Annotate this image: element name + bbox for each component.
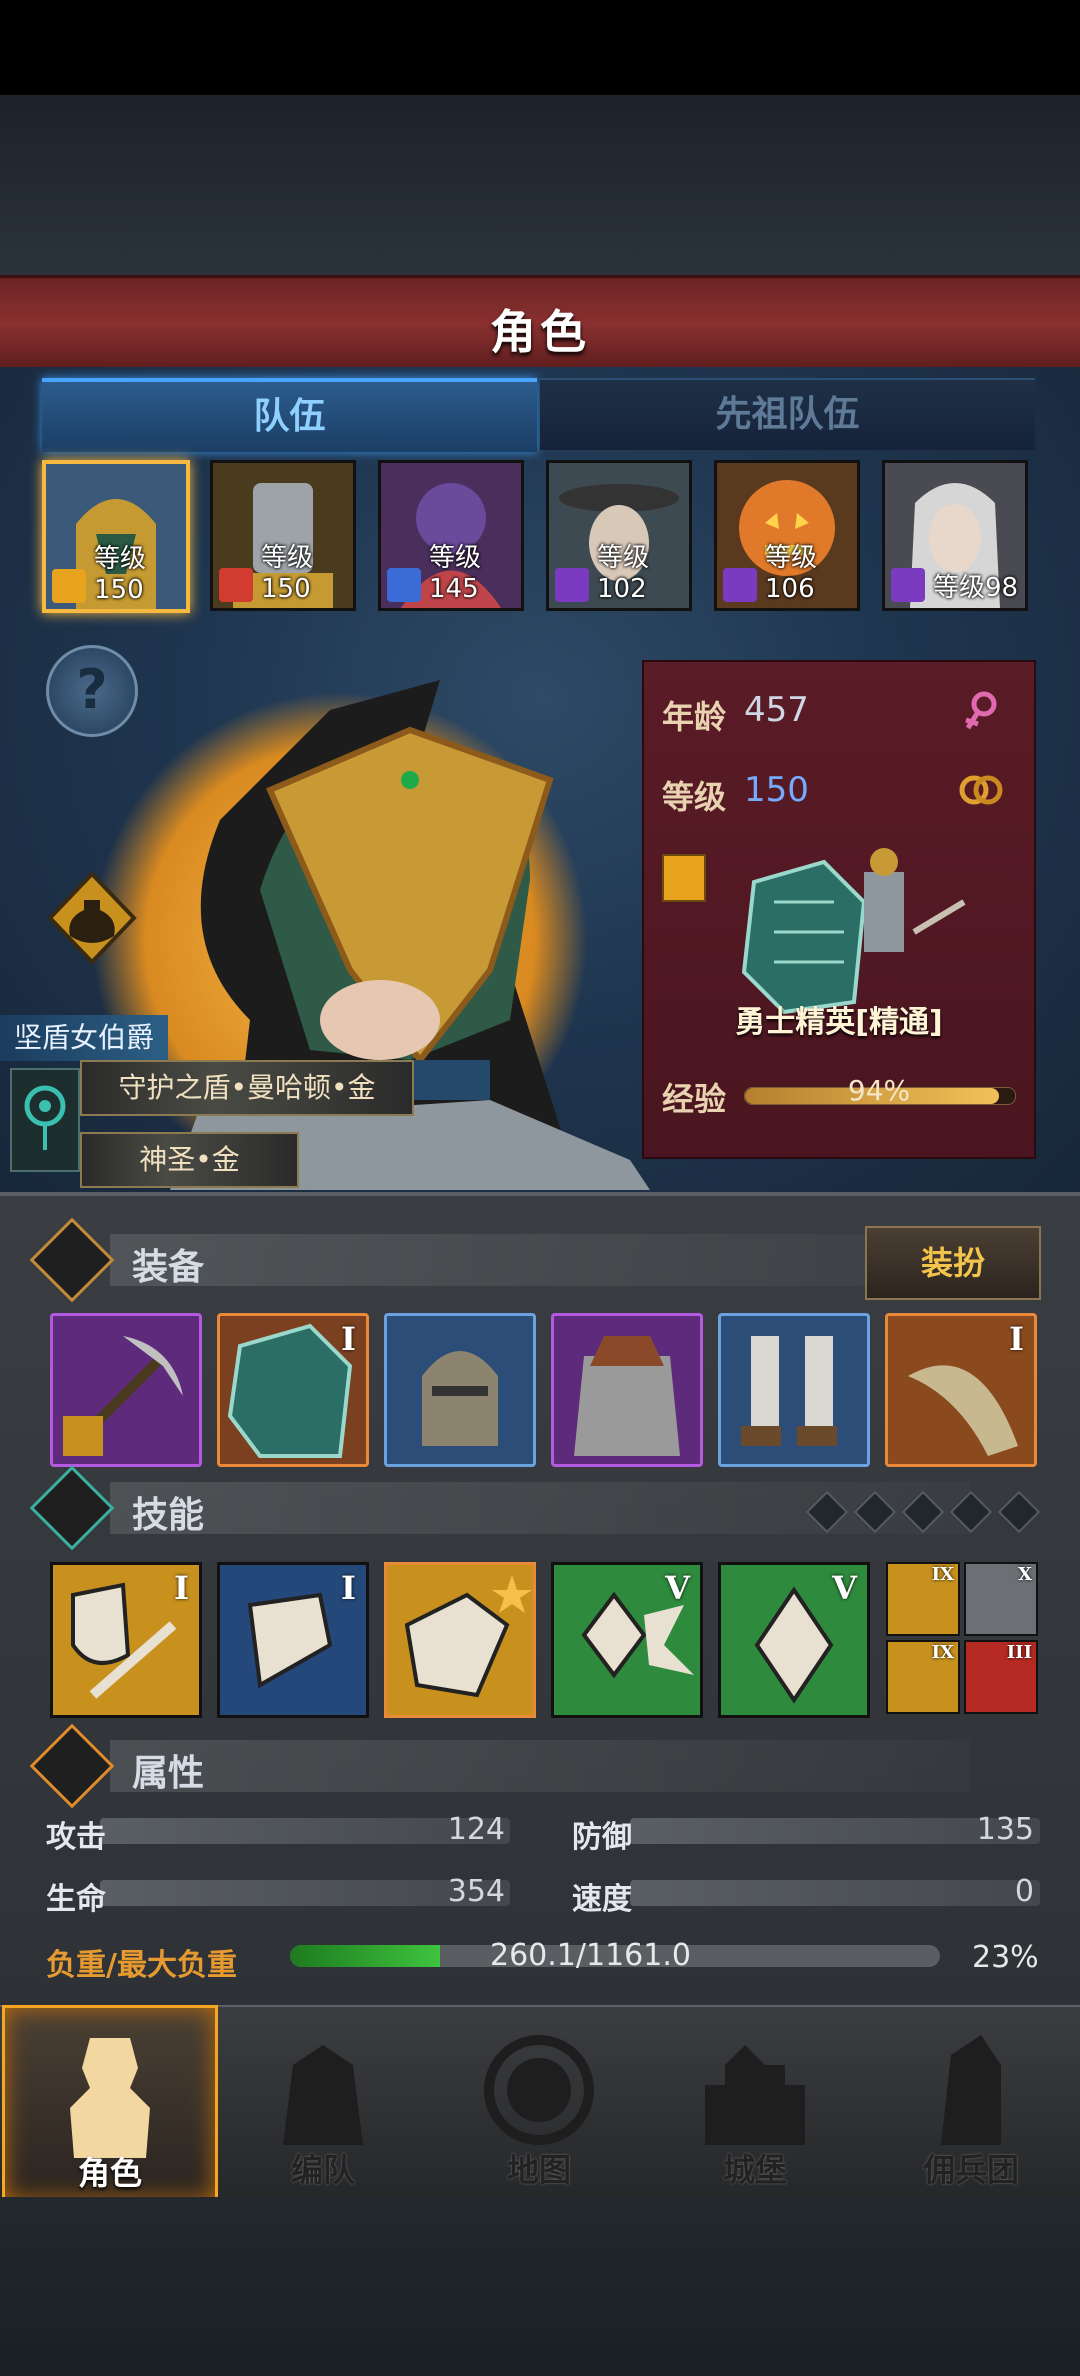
small-skill-1[interactable]: IX bbox=[886, 1562, 960, 1636]
load-value: 260.1/1161.0 bbox=[490, 1938, 691, 1973]
nav-map[interactable]: 地图 bbox=[434, 2005, 644, 2197]
class-badge-icon bbox=[387, 568, 421, 602]
skills-icon bbox=[29, 1465, 115, 1551]
shield-bash-icon bbox=[404, 1575, 532, 1698]
top-background bbox=[0, 95, 1080, 275]
load-percent: 23% bbox=[972, 1940, 1039, 1975]
greaves-icon bbox=[741, 1336, 837, 1446]
equip-slot-armor[interactable] bbox=[551, 1313, 703, 1467]
tier-numeral: I bbox=[341, 1569, 356, 1607]
class-badge-icon bbox=[723, 568, 757, 602]
skills-title: 技能 bbox=[132, 1495, 205, 1536]
speed-label: 速度 bbox=[572, 1882, 632, 1917]
class-badge-icon bbox=[891, 568, 925, 602]
potion-icon[interactable] bbox=[44, 870, 140, 966]
age-value: 457 bbox=[744, 690, 809, 730]
hero-card-2[interactable]: 等级150 bbox=[210, 460, 356, 611]
hero-level: 等级106 bbox=[765, 543, 818, 604]
equip-slot-helmet[interactable] bbox=[384, 1313, 536, 1467]
speed-value: 0 bbox=[1014, 1874, 1034, 1909]
hp-label: 生命 bbox=[46, 1882, 106, 1917]
small-skill-3[interactable]: IX bbox=[886, 1640, 960, 1714]
attack-label: 攻击 bbox=[46, 1820, 106, 1855]
tier-numeral: V bbox=[665, 1569, 690, 1607]
hero-info-card: 年龄 457 等级 150 勇士精英[精通] 经验 94% bbox=[642, 660, 1036, 1159]
hero-level: 等级98 bbox=[933, 573, 1019, 603]
exp-label: 经验 bbox=[662, 1080, 727, 1118]
compass-icon bbox=[484, 2035, 594, 2145]
female-icon bbox=[965, 691, 997, 730]
hero-title: 坚盾女伯爵 bbox=[0, 1015, 168, 1061]
title-bar: 角色 bbox=[0, 275, 1080, 373]
skill-crystal-heal[interactable]: V bbox=[718, 1562, 870, 1718]
hero-level: 等级145 bbox=[429, 543, 482, 604]
class-figure bbox=[741, 848, 966, 1015]
attributes-section-header: 属性 bbox=[29, 1723, 1030, 1809]
load-progress-fill bbox=[290, 1945, 440, 1967]
rings-icon bbox=[959, 775, 1003, 805]
trait-banner-1[interactable]: 守护之盾•曼哈顿•金 bbox=[80, 1060, 414, 1116]
skill-shield-bash[interactable] bbox=[384, 1562, 536, 1718]
nav-character[interactable]: 角色 bbox=[2, 2005, 218, 2203]
hero-level: 等级102 bbox=[597, 543, 650, 604]
bottom-background bbox=[0, 2197, 1080, 2376]
armor-icon bbox=[574, 1336, 680, 1456]
hero-level: 等级150 bbox=[94, 544, 147, 605]
nav-formation[interactable]: 编队 bbox=[218, 2005, 428, 2197]
equip-slot-shield[interactable]: I bbox=[217, 1313, 369, 1467]
knight-icon bbox=[70, 2038, 150, 2158]
skill-hammer-strike[interactable]: I bbox=[217, 1562, 369, 1718]
hero-card-6[interactable]: 等级98 bbox=[882, 460, 1028, 611]
tab-ancestor-team[interactable]: 先祖队伍 bbox=[540, 378, 1035, 450]
outfit-button[interactable]: 装扮 bbox=[865, 1226, 1041, 1300]
faction-emblem-icon bbox=[10, 1068, 80, 1172]
helmet-icon bbox=[422, 1351, 498, 1446]
nav-mercenary[interactable]: 佣兵团 bbox=[866, 2005, 1076, 2197]
equip-slot-accessory[interactable]: I bbox=[885, 1313, 1037, 1467]
help-button[interactable]: ? bbox=[46, 645, 138, 737]
nav-castle[interactable]: 城堡 bbox=[650, 2005, 860, 2197]
page-title: 角色 bbox=[490, 305, 590, 359]
tab-team[interactable]: 队伍 bbox=[42, 378, 537, 452]
equipment-title: 装备 bbox=[132, 1247, 205, 1288]
small-skill-2[interactable]: X bbox=[964, 1562, 1038, 1636]
class-badge-icon bbox=[662, 854, 706, 902]
skill-shield-sword[interactable]: I bbox=[50, 1562, 202, 1718]
age-label: 年龄 bbox=[662, 698, 727, 736]
hero-card-1[interactable]: 等级150 bbox=[42, 460, 190, 613]
equip-slot-boots[interactable] bbox=[718, 1313, 870, 1467]
level-value: 150 bbox=[744, 770, 809, 810]
defense-value: 135 bbox=[976, 1812, 1034, 1847]
status-bar-area bbox=[0, 0, 1080, 95]
class-badge-icon bbox=[555, 568, 589, 602]
defense-label: 防御 bbox=[572, 1820, 632, 1855]
attributes-icon bbox=[29, 1723, 115, 1809]
hp-value: 354 bbox=[447, 1874, 505, 1909]
attributes-title: 属性 bbox=[132, 1753, 205, 1794]
hero-level: 等级150 bbox=[261, 543, 314, 604]
castle-icon bbox=[705, 2045, 805, 2145]
class-badge-icon bbox=[219, 568, 253, 602]
class-name: 勇士精英[精通] bbox=[735, 1005, 943, 1040]
hero-card-5[interactable]: 等级106 bbox=[714, 460, 860, 611]
trait-banner-2[interactable]: 神圣•金 bbox=[80, 1132, 299, 1188]
tier-numeral: I bbox=[1009, 1320, 1024, 1358]
load-label: 负重/最大负重 bbox=[46, 1948, 237, 1983]
attack-value: 124 bbox=[447, 1812, 505, 1847]
skill-crystal-burst[interactable]: V bbox=[551, 1562, 703, 1718]
class-badge-icon bbox=[52, 569, 86, 603]
tier-numeral: I bbox=[341, 1320, 356, 1358]
formation-icon bbox=[283, 2045, 363, 2145]
exp-value: 94% bbox=[847, 1074, 911, 1107]
small-skill-4[interactable]: III bbox=[964, 1640, 1038, 1714]
equip-slot-weapon[interactable] bbox=[50, 1313, 202, 1467]
hero-card-3[interactable]: 等级145 bbox=[378, 460, 524, 611]
tier-numeral: V bbox=[832, 1569, 857, 1607]
tier-numeral: I bbox=[174, 1569, 189, 1607]
mercenary-icon bbox=[941, 2035, 1001, 2145]
pickaxe-icon bbox=[63, 1336, 183, 1456]
equipment-icon bbox=[29, 1217, 115, 1303]
hero-card-4[interactable]: 等级102 bbox=[546, 460, 692, 611]
level-label: 等级 bbox=[662, 778, 727, 816]
